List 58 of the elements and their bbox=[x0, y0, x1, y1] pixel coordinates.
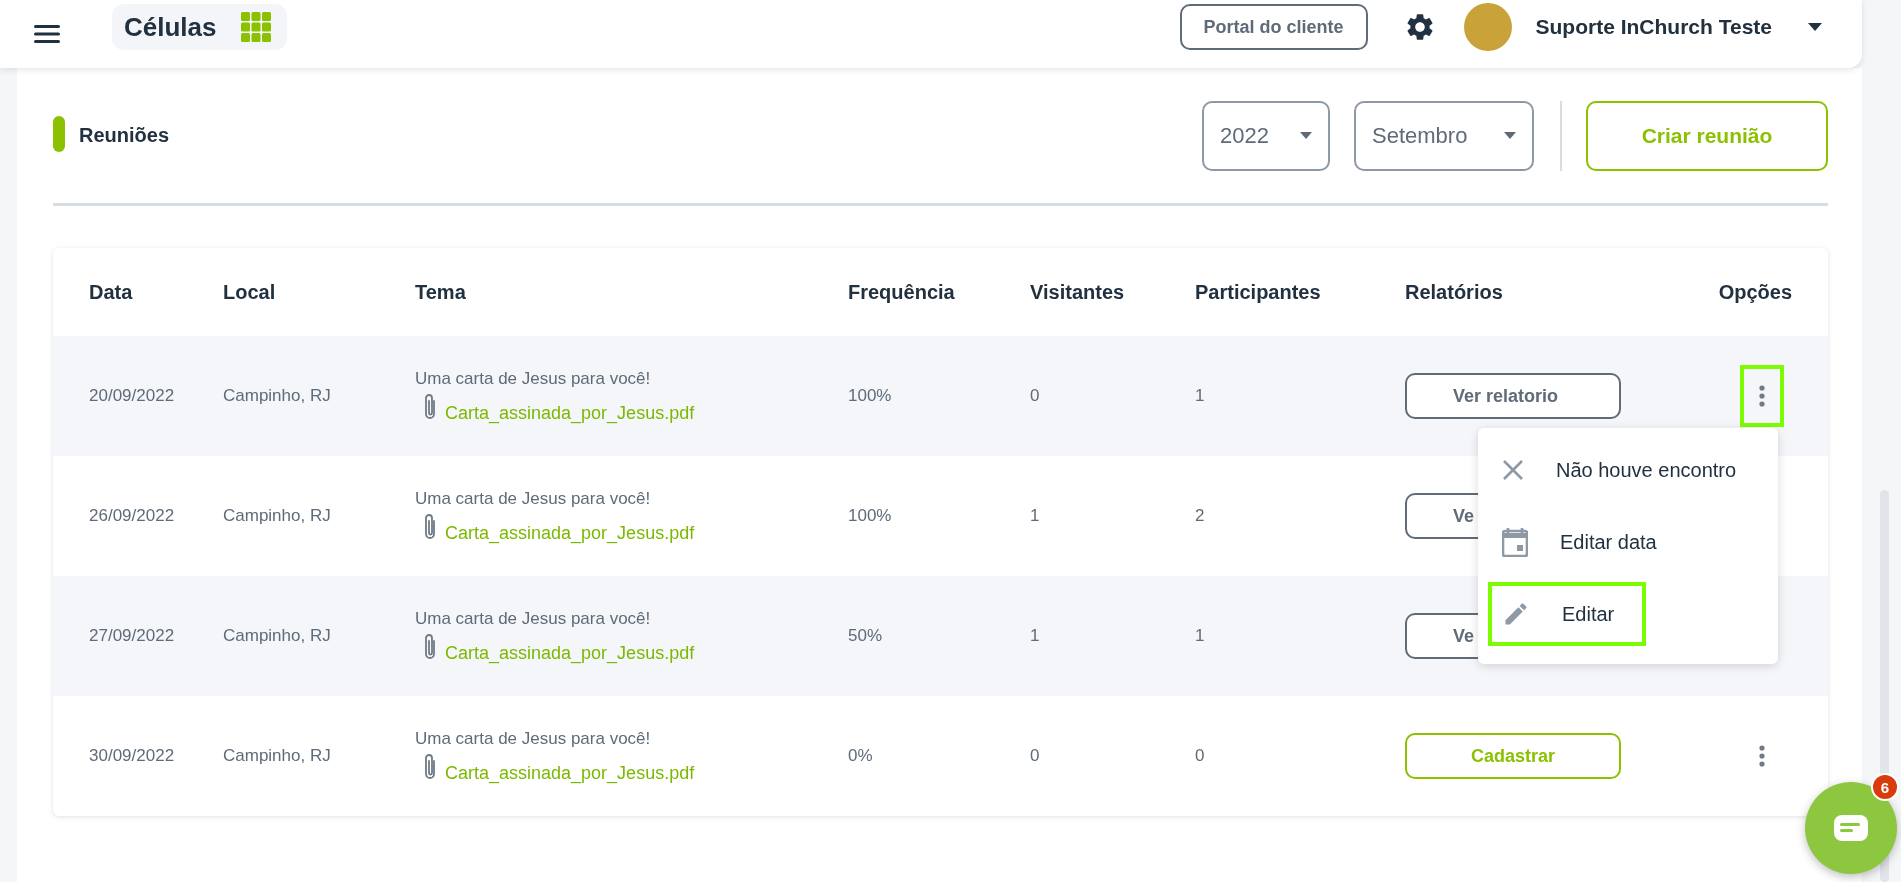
table-cell-text: Campinho, RJ bbox=[223, 506, 332, 526]
menu-icon[interactable] bbox=[34, 24, 60, 44]
paperclip-icon bbox=[423, 392, 437, 421]
table-cell-text: 26/09/2022 bbox=[88, 506, 176, 526]
column-header: Data bbox=[88, 280, 134, 304]
caret-icon[interactable] bbox=[1808, 23, 1822, 31]
table-cell-text: Campinho, RJ bbox=[223, 746, 332, 766]
table-cell-text: Campinho, RJ bbox=[223, 626, 332, 646]
theme-text: Uma carta de Jesus para você! bbox=[415, 368, 652, 389]
table-cell-text: 30/09/2022 bbox=[88, 746, 176, 766]
more-icon bbox=[1759, 745, 1765, 767]
view-report-button[interactable]: Ver relatorio bbox=[1405, 373, 1621, 419]
table-cell-text: 0% bbox=[848, 746, 874, 766]
column-header: Relatórios bbox=[1405, 280, 1504, 304]
theme-text: Uma carta de Jesus para você! bbox=[415, 728, 652, 749]
table-cell-text: 100% bbox=[848, 506, 893, 526]
table-cell-text: 1 bbox=[1030, 626, 1041, 646]
column-header: Tema bbox=[415, 280, 467, 304]
menu-item[interactable]: Editar data bbox=[1488, 510, 1689, 574]
paperclip-icon bbox=[423, 512, 437, 541]
close-icon bbox=[1502, 459, 1524, 481]
table-cell-text: 0 bbox=[1030, 746, 1041, 766]
table-cell-text: 0 bbox=[1030, 386, 1041, 406]
paperclip-icon bbox=[423, 752, 437, 781]
table-cell-text: 50% bbox=[848, 626, 884, 646]
paperclip-icon bbox=[423, 632, 437, 661]
avatar-photo-placeholder[interactable] bbox=[1463, 3, 1512, 51]
table-cell-text: 0 bbox=[1195, 746, 1206, 766]
table-cell-text: 1 bbox=[1030, 506, 1041, 526]
user-name[interactable]: Suporte InChurch Teste bbox=[1535, 15, 1772, 39]
section-title: Reuniões bbox=[79, 124, 170, 147]
menu-item[interactable]: Não houve encontro bbox=[1488, 438, 1769, 502]
table-cell-text: 20/09/2022 bbox=[88, 386, 176, 406]
table-cell-text: Campinho, RJ bbox=[223, 386, 332, 406]
table-cell-text: 1 bbox=[1195, 626, 1206, 646]
column-header: Visitantes bbox=[1030, 280, 1126, 304]
calendar-icon bbox=[1502, 527, 1528, 557]
column-header: Opções bbox=[1717, 280, 1793, 304]
more-icon bbox=[1759, 385, 1765, 407]
month-select[interactable]: Setembro bbox=[1354, 100, 1534, 171]
table-cell-text: 2 bbox=[1195, 506, 1206, 526]
chat-icon bbox=[1833, 814, 1869, 842]
portal-button[interactable]: Portal do cliente bbox=[1179, 4, 1368, 50]
table-cell-text: 27/09/2022 bbox=[88, 626, 176, 646]
theme-text: Uma carta de Jesus para você! bbox=[415, 488, 652, 509]
module-title: Células bbox=[124, 11, 217, 43]
year-select[interactable]: 2022 bbox=[1202, 100, 1330, 171]
table-cell-text: 100% bbox=[848, 386, 893, 406]
table-cell-text: 1 bbox=[1195, 386, 1206, 406]
grid-icon bbox=[240, 12, 271, 42]
section-marker bbox=[53, 115, 65, 152]
caret-icon bbox=[1300, 132, 1312, 139]
column-header: Participantes bbox=[1195, 280, 1322, 304]
menu-item[interactable]: Editar bbox=[1488, 582, 1647, 646]
theme-text: Uma carta de Jesus para você! bbox=[415, 608, 652, 629]
column-header: Local bbox=[223, 280, 277, 304]
column-header: Frequência bbox=[848, 280, 956, 304]
caret-icon bbox=[1504, 132, 1516, 139]
